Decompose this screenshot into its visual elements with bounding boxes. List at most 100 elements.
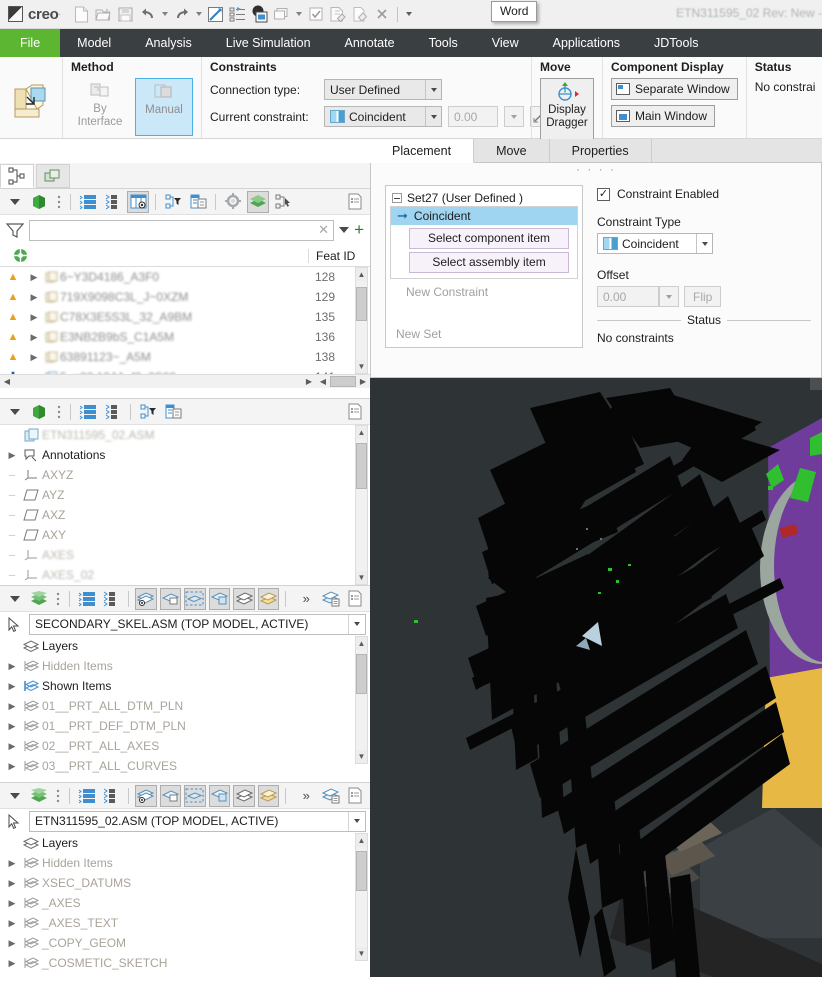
constraint-set-tree[interactable]: Set27 (User Defined ) ➞ Coincident Selec… bbox=[385, 185, 583, 348]
layer-caret-icon[interactable] bbox=[4, 588, 26, 610]
layer-caret-icon[interactable] bbox=[4, 785, 26, 807]
layer-isolate-icon[interactable] bbox=[184, 588, 206, 610]
layer-hide-icon[interactable] bbox=[209, 588, 231, 610]
constraint-set-row[interactable]: Set27 (User Defined ) bbox=[386, 190, 582, 206]
close-icon[interactable] bbox=[371, 4, 392, 25]
check-icon[interactable] bbox=[305, 4, 326, 25]
layer-default-icon[interactable] bbox=[233, 785, 255, 807]
dashboard-tab-placement[interactable]: Placement bbox=[370, 139, 474, 163]
layer-props-icon[interactable] bbox=[320, 785, 342, 807]
pointer-icon[interactable] bbox=[4, 617, 24, 632]
filter-dropdown-icon[interactable] bbox=[339, 227, 349, 233]
expand-icon[interactable]: ▶ bbox=[26, 332, 42, 343]
ribbon-tab-live-simulation[interactable]: Live Simulation bbox=[209, 29, 328, 57]
tree-doc-filter-icon[interactable] bbox=[162, 401, 184, 423]
layer-show-icon[interactable] bbox=[135, 588, 157, 610]
table-row[interactable]: ▲ ▶ E3NB2B9bS_C1A5M 136 bbox=[0, 327, 370, 347]
ribbon-tab-analysis[interactable]: Analysis bbox=[128, 29, 209, 57]
layers-root-2[interactable]: Layers bbox=[0, 833, 370, 853]
scroll-down-icon[interactable]: ▼ bbox=[356, 571, 367, 584]
layer-model-select[interactable]: SECONDARY_SKEL.ASM (TOP MODEL, ACTIVE) bbox=[29, 614, 366, 635]
ribbon-tab-view[interactable]: View bbox=[475, 29, 536, 57]
constraint-enabled-row[interactable]: ✓ Constraint Enabled bbox=[597, 187, 811, 201]
scroll-up-icon[interactable]: ▲ bbox=[356, 834, 367, 847]
layer-blank-icon[interactable] bbox=[160, 785, 182, 807]
scroll-down-icon[interactable]: ▼ bbox=[356, 947, 367, 960]
chevron-down-icon[interactable] bbox=[425, 80, 441, 99]
expand-icon[interactable]: ▶ bbox=[26, 312, 42, 323]
layer-blank-icon[interactable] bbox=[160, 588, 182, 610]
expand-icon[interactable]: ▶ bbox=[4, 701, 20, 712]
detail-tree-vscrollbar[interactable]: ▲ ▼ bbox=[355, 425, 368, 585]
chevron-down-icon[interactable] bbox=[425, 107, 441, 126]
select-component-item-button[interactable]: Select component item bbox=[409, 228, 569, 249]
tree-doc-icon[interactable] bbox=[344, 401, 366, 423]
expand-icon[interactable]: ▶ bbox=[4, 450, 20, 461]
offset-dropdown-button[interactable] bbox=[659, 286, 679, 307]
list-item[interactable]: ▶ 01__PRT_DEF_DTM_PLN bbox=[0, 716, 370, 736]
redo-icon[interactable] bbox=[171, 4, 192, 25]
window-caret-icon[interactable] bbox=[293, 4, 304, 25]
open-file-icon[interactable] bbox=[93, 4, 114, 25]
tree-doc-filter-icon[interactable] bbox=[187, 191, 209, 213]
table-row[interactable]: ▲ ▶ C78X3E5S3L_32_A9BM 135 bbox=[0, 307, 370, 327]
scroll-right-icon-2[interactable]: ▶ bbox=[356, 377, 370, 386]
ribbon-tab-model[interactable]: Model bbox=[60, 29, 128, 57]
model-tree-vscrollbar[interactable]: ▲ ▼ bbox=[355, 267, 368, 374]
add-filter-icon[interactable]: + bbox=[354, 224, 364, 236]
layer-overflow-icon[interactable] bbox=[53, 588, 63, 610]
tree-overflow-icon[interactable] bbox=[54, 401, 64, 423]
tree-columns-icon[interactable] bbox=[127, 191, 149, 213]
list-item[interactable]: ▶ _AXES bbox=[0, 893, 370, 913]
scroll-up-icon[interactable]: ▲ bbox=[356, 426, 367, 439]
layers-root[interactable]: Layers bbox=[0, 636, 370, 656]
list-item[interactable]: ▶ 03__PRT_ALL_CURVES bbox=[0, 756, 370, 776]
expand-icon[interactable]: ▶ bbox=[4, 858, 20, 869]
expand-icon[interactable]: ▶ bbox=[26, 292, 42, 303]
expand-icon[interactable]: ▶ bbox=[4, 681, 20, 692]
tree-overflow-icon[interactable] bbox=[54, 191, 64, 213]
dashboard-tab-properties[interactable]: Properties bbox=[550, 139, 652, 162]
expand-all-icon[interactable] bbox=[77, 191, 99, 213]
scroll-thumb[interactable] bbox=[356, 443, 367, 489]
list-item[interactable]: ─ AXY bbox=[0, 525, 370, 545]
by-interface-button[interactable]: By Interface bbox=[71, 78, 129, 136]
layer-tree-tab[interactable] bbox=[36, 164, 70, 188]
select-assembly-item-button[interactable]: Select assembly item bbox=[409, 252, 569, 273]
collapse-all-icon[interactable] bbox=[102, 401, 124, 423]
model-cube-icon[interactable] bbox=[29, 401, 51, 423]
layer-doc-icon[interactable] bbox=[345, 588, 367, 610]
undo-caret-icon[interactable] bbox=[159, 4, 170, 25]
scroll-thumb[interactable] bbox=[356, 287, 367, 321]
expand-icon[interactable]: ▶ bbox=[4, 918, 20, 929]
dashboard-tab-move[interactable]: Move bbox=[474, 139, 550, 162]
chevron-down-icon[interactable] bbox=[348, 615, 365, 634]
expand-icon[interactable]: ▶ bbox=[4, 898, 20, 909]
layer-doc-icon[interactable] bbox=[345, 785, 367, 807]
new-constraint-button[interactable]: New Constraint bbox=[386, 279, 582, 299]
list-item[interactable]: ─ AXES_02 bbox=[0, 565, 370, 585]
panel-grip-handle[interactable]: · · · · bbox=[371, 163, 821, 179]
scroll-down-icon[interactable]: ▼ bbox=[356, 750, 367, 763]
expand-icon[interactable]: ▶ bbox=[4, 721, 20, 732]
current-constraint-combo[interactable]: Coincident bbox=[324, 106, 442, 127]
tree-doc-icon[interactable] bbox=[344, 191, 366, 213]
expand-icon[interactable]: ▶ bbox=[26, 352, 42, 363]
layer-vscrollbar-2[interactable]: ▲ ▼ bbox=[355, 833, 368, 961]
expand-icon[interactable]: ▶ bbox=[4, 661, 20, 672]
list-item[interactable]: ▶ 01__PRT_ALL_DTM_PLN bbox=[0, 696, 370, 716]
layer-stack-icon[interactable] bbox=[29, 785, 51, 807]
list-item[interactable]: ─ AXZ bbox=[0, 505, 370, 525]
layer-default-icon[interactable] bbox=[233, 588, 255, 610]
layer-highlight-icon[interactable] bbox=[258, 588, 280, 610]
tree-search-input[interactable]: ✕ bbox=[29, 220, 334, 241]
layer-stack-icon[interactable] bbox=[29, 588, 51, 610]
collapse-all-icon[interactable] bbox=[102, 191, 124, 213]
main-window-button[interactable]: Main Window bbox=[611, 105, 715, 127]
note-icon[interactable] bbox=[349, 4, 370, 25]
regenerate-icon[interactable] bbox=[205, 4, 226, 25]
expand-icon[interactable]: ▶ bbox=[4, 741, 20, 752]
collapse-expander-icon[interactable] bbox=[392, 193, 402, 203]
clear-search-icon[interactable]: ✕ bbox=[318, 222, 329, 238]
ribbon-tab-tools[interactable]: Tools bbox=[412, 29, 475, 57]
